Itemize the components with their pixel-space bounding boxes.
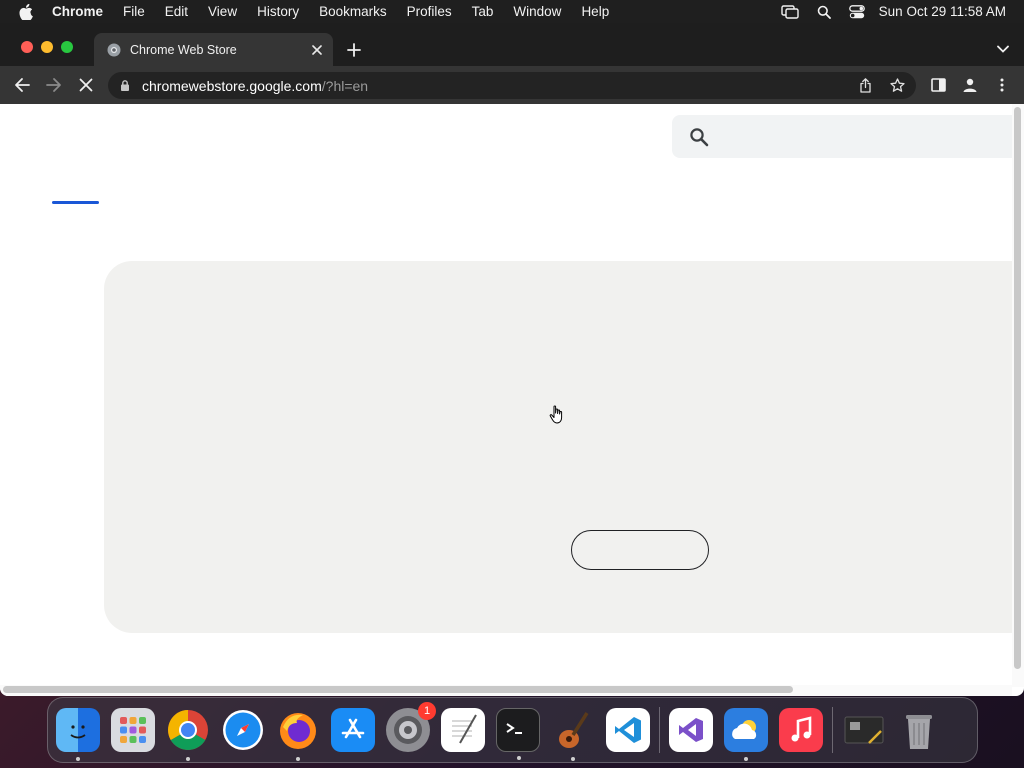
menu-bar-clock[interactable]: Sun Oct 29 11:58 AM	[879, 4, 1006, 19]
back-icon[interactable]	[13, 76, 31, 94]
chrome-icon[interactable]	[166, 708, 210, 761]
stop-loading-icon[interactable]	[77, 76, 95, 94]
menu-bookmarks[interactable]: Bookmarks	[319, 4, 387, 19]
visual-studio-icon[interactable]	[669, 708, 713, 752]
control-center-icon[interactable]	[848, 4, 865, 19]
store-search-box[interactable]	[672, 115, 1012, 158]
running-indicator	[296, 757, 300, 761]
menu-history[interactable]: History	[257, 4, 299, 19]
menu-view[interactable]: View	[208, 4, 237, 19]
horizontal-scrollbar-thumb[interactable]	[3, 686, 793, 693]
system-settings-badge: 1	[418, 702, 436, 720]
screen-mirroring-icon[interactable]	[780, 4, 799, 19]
profile-icon[interactable]	[961, 76, 979, 94]
menu-tab[interactable]: Tab	[472, 4, 494, 19]
share-icon[interactable]	[857, 77, 874, 94]
tab-title: Chrome Web Store	[130, 42, 237, 57]
window-close-button[interactable]	[21, 41, 33, 53]
address-bar[interactable]: chromewebstore.google.com/?hl=en	[108, 72, 916, 99]
running-indicator	[517, 756, 521, 760]
browser-window: Chrome Web Store chromewebstore.google.c…	[0, 23, 1024, 696]
menu-bar-status-area: Sun Oct 29 11:58 AM	[763, 0, 1006, 23]
menu-icon[interactable]	[993, 76, 1011, 94]
lock-icon[interactable]	[120, 79, 132, 93]
textedit-icon[interactable]	[441, 708, 485, 752]
menu-app-name[interactable]: Chrome	[52, 4, 103, 19]
hand-pointer-cursor-icon	[549, 405, 563, 424]
app-store-icon[interactable]	[331, 708, 375, 752]
garageband-icon[interactable]	[551, 708, 595, 761]
weather-icon[interactable]	[724, 708, 768, 761]
vertical-scrollbar-thumb[interactable]	[1014, 107, 1021, 669]
window-minimize-button[interactable]	[41, 41, 53, 53]
running-indicator	[744, 757, 748, 761]
url-path: /?hl=en	[321, 77, 369, 94]
launchpad-icon[interactable]	[111, 708, 155, 752]
tab-strip: Chrome Web Store	[0, 23, 1024, 66]
url-host: chromewebstore.google.com	[142, 77, 322, 94]
web-page-content	[0, 104, 1012, 687]
preview-icon[interactable]	[842, 708, 886, 752]
tab-search-chevron-icon[interactable]	[996, 43, 1010, 55]
menu-edit[interactable]: Edit	[165, 4, 188, 19]
active-nav-indicator	[52, 201, 99, 204]
tab-close-icon[interactable]	[309, 42, 325, 58]
vscode-icon[interactable]	[606, 708, 650, 752]
tab-chrome-web-store[interactable]: Chrome Web Store	[94, 33, 333, 66]
bookmark-star-icon[interactable]	[889, 77, 906, 94]
macos-dock: 1	[47, 697, 978, 763]
window-zoom-button[interactable]	[61, 41, 73, 53]
menu-bar: Chrome File Edit View History Bookmarks …	[0, 0, 1024, 23]
logo-stripe-highlight	[0, 104, 57, 115]
running-indicator	[76, 757, 80, 761]
apple-menu-icon[interactable]	[19, 3, 35, 20]
finder-icon[interactable]	[56, 708, 100, 761]
safari-icon[interactable]	[221, 708, 265, 752]
featured-banner-card[interactable]	[104, 261, 1012, 633]
search-icon[interactable]	[689, 127, 709, 147]
chrome-web-store-icon	[107, 43, 121, 57]
running-indicator	[571, 757, 575, 761]
music-icon[interactable]	[779, 708, 823, 752]
menu-file[interactable]: File	[123, 4, 145, 19]
running-indicator	[186, 757, 190, 761]
spotlight-search-icon[interactable]	[817, 5, 831, 19]
menu-profiles[interactable]: Profiles	[407, 4, 452, 19]
forward-icon[interactable]	[45, 76, 63, 94]
dock-separator	[832, 707, 833, 753]
featured-banner-button[interactable]	[571, 530, 709, 570]
menu-help[interactable]: Help	[581, 4, 609, 19]
system-settings-icon[interactable]: 1	[386, 702, 436, 752]
new-tab-icon[interactable]	[345, 41, 363, 59]
search-input[interactable]	[719, 115, 1012, 158]
dock-separator	[659, 707, 660, 753]
browser-toolbar: chromewebstore.google.com/?hl=en	[0, 66, 1024, 104]
trash-icon[interactable]	[897, 708, 941, 752]
menu-window[interactable]: Window	[513, 4, 561, 19]
terminal-icon[interactable]	[496, 708, 540, 760]
side-panel-icon[interactable]	[929, 76, 947, 94]
firefox-icon[interactable]	[276, 708, 320, 761]
